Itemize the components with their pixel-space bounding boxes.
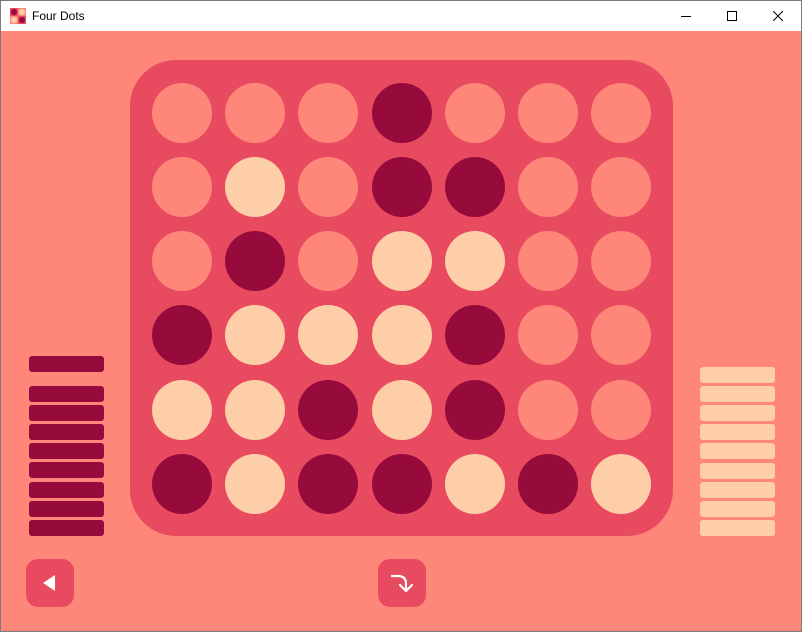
remaining-piece — [29, 424, 104, 441]
app-window: Four Dots — [0, 0, 802, 632]
board-cell-empty[interactable] — [225, 83, 285, 143]
board-cell-light[interactable] — [591, 454, 651, 514]
back-triangle-icon — [43, 575, 55, 591]
remaining-piece — [29, 443, 104, 460]
board-cell-empty[interactable] — [591, 305, 651, 365]
board-cell-light[interactable] — [372, 305, 432, 365]
remaining-piece — [700, 462, 775, 479]
board-cell-dark[interactable] — [298, 380, 358, 440]
board-cell-empty[interactable] — [518, 83, 578, 143]
close-button[interactable] — [755, 1, 801, 31]
remaining-piece — [700, 443, 775, 460]
board-cell-empty[interactable] — [298, 231, 358, 291]
board-cell-light[interactable] — [152, 380, 212, 440]
game-area — [1, 31, 801, 631]
board-cell-dark[interactable] — [372, 83, 432, 143]
remaining-piece — [29, 481, 104, 498]
board-cell-dark[interactable] — [152, 454, 212, 514]
board-cell-light[interactable] — [225, 380, 285, 440]
minimize-button[interactable] — [663, 1, 709, 31]
board-cell-empty[interactable] — [152, 231, 212, 291]
board-cell-dark[interactable] — [445, 380, 505, 440]
board-cell-empty[interactable] — [518, 305, 578, 365]
board-cell-dark[interactable] — [225, 231, 285, 291]
board-cell-empty[interactable] — [152, 157, 212, 217]
drop-arrow-icon — [390, 574, 414, 593]
board-cell-empty[interactable] — [518, 380, 578, 440]
remaining-piece — [29, 462, 104, 479]
board-cell-empty[interactable] — [591, 231, 651, 291]
board-cell-dark[interactable] — [298, 454, 358, 514]
remaining-piece — [29, 500, 104, 517]
board-cell-empty[interactable] — [591, 380, 651, 440]
remaining-piece — [700, 405, 775, 422]
remaining-piece — [700, 500, 775, 517]
back-button[interactable] — [26, 559, 74, 607]
remaining-piece — [700, 386, 775, 403]
board-cell-light[interactable] — [225, 305, 285, 365]
current-turn-marker — [29, 356, 104, 372]
board-cell-dark[interactable] — [152, 305, 212, 365]
window-title: Four Dots — [32, 9, 85, 23]
board-cell-dark[interactable] — [518, 454, 578, 514]
board-cell-empty[interactable] — [152, 83, 212, 143]
game-board[interactable] — [130, 60, 673, 536]
drop-button[interactable] — [378, 559, 426, 607]
four-dots-app-icon — [10, 8, 26, 24]
board-cell-dark[interactable] — [372, 157, 432, 217]
board-cell-empty[interactable] — [591, 83, 651, 143]
board-cell-empty[interactable] — [298, 157, 358, 217]
remaining-piece — [700, 519, 775, 536]
board-cell-empty[interactable] — [445, 83, 505, 143]
board-cell-dark[interactable] — [445, 305, 505, 365]
board-cell-light[interactable] — [298, 305, 358, 365]
remaining-piece — [29, 519, 104, 536]
remaining-piece — [29, 405, 104, 422]
board-cell-light[interactable] — [225, 157, 285, 217]
close-icon — [773, 11, 783, 21]
maximize-button[interactable] — [709, 1, 755, 31]
board-cell-dark[interactable] — [445, 157, 505, 217]
board-cell-light[interactable] — [372, 380, 432, 440]
board-cell-empty[interactable] — [518, 231, 578, 291]
board-cell-dark[interactable] — [372, 454, 432, 514]
remaining-piece — [29, 386, 104, 402]
maximize-icon — [727, 11, 737, 21]
remaining-piece — [700, 481, 775, 498]
minimize-icon — [681, 16, 691, 17]
board-cell-empty[interactable] — [298, 83, 358, 143]
board-cell-empty[interactable] — [518, 157, 578, 217]
board-cell-light[interactable] — [445, 454, 505, 514]
title-bar[interactable]: Four Dots — [1, 1, 801, 31]
remaining-piece — [700, 424, 775, 441]
board-cell-empty[interactable] — [591, 157, 651, 217]
board-cell-light[interactable] — [225, 454, 285, 514]
board-cell-light[interactable] — [372, 231, 432, 291]
remaining-piece — [700, 367, 775, 383]
board-cell-light[interactable] — [445, 231, 505, 291]
